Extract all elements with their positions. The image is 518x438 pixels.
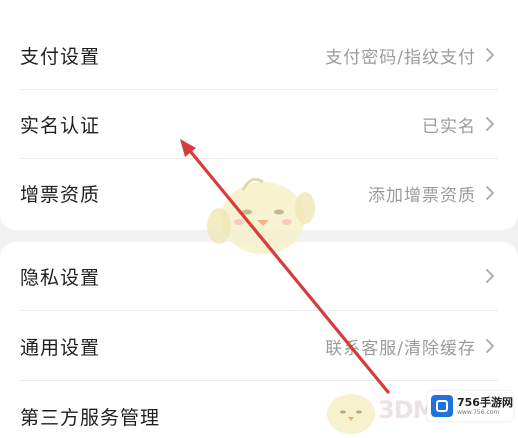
row-title: 增票资质 — [20, 183, 101, 206]
row-value: 添加增票资质 — [368, 185, 476, 206]
site-logo-icon — [431, 395, 453, 417]
row-value: 联系客服/清除缓存 — [325, 338, 476, 359]
row-payment-settings[interactable]: 支付设置 支付密码/指纹支付 — [20, 21, 498, 90]
chevron-right-icon — [482, 114, 498, 134]
chevron-right-icon — [482, 183, 498, 203]
chevron-right-icon — [482, 266, 498, 286]
settings-card-account: 支付设置 支付密码/指纹支付 实名认证 已实名 增票资质 添加增票资质 — [0, 0, 518, 230]
chevron-right-icon — [482, 336, 498, 356]
row-title: 隐私设置 — [20, 266, 101, 289]
site-badge-url: www.756.com — [457, 408, 500, 416]
row-title: 通用设置 — [20, 336, 101, 359]
site-badge: 756手游网 www.756.com — [427, 391, 513, 421]
row-vat-invoice-qualification[interactable]: 增票资质 添加增票资质 — [20, 159, 498, 227]
row-title: 第三方服务管理 — [20, 406, 161, 429]
row-general-settings[interactable]: 通用设置 联系客服/清除缓存 — [20, 312, 498, 381]
row-title: 实名认证 — [20, 114, 101, 137]
chevron-right-icon — [482, 45, 498, 65]
row-real-name-verification[interactable]: 实名认证 已实名 — [20, 90, 498, 159]
site-badge-name: 756手游网 — [457, 395, 513, 409]
row-value: 已实名 — [422, 116, 476, 137]
row-title: 支付设置 — [20, 45, 101, 68]
row-value: 支付密码/指纹支付 — [325, 47, 476, 68]
row-privacy-settings[interactable]: 隐私设置 — [20, 242, 498, 311]
